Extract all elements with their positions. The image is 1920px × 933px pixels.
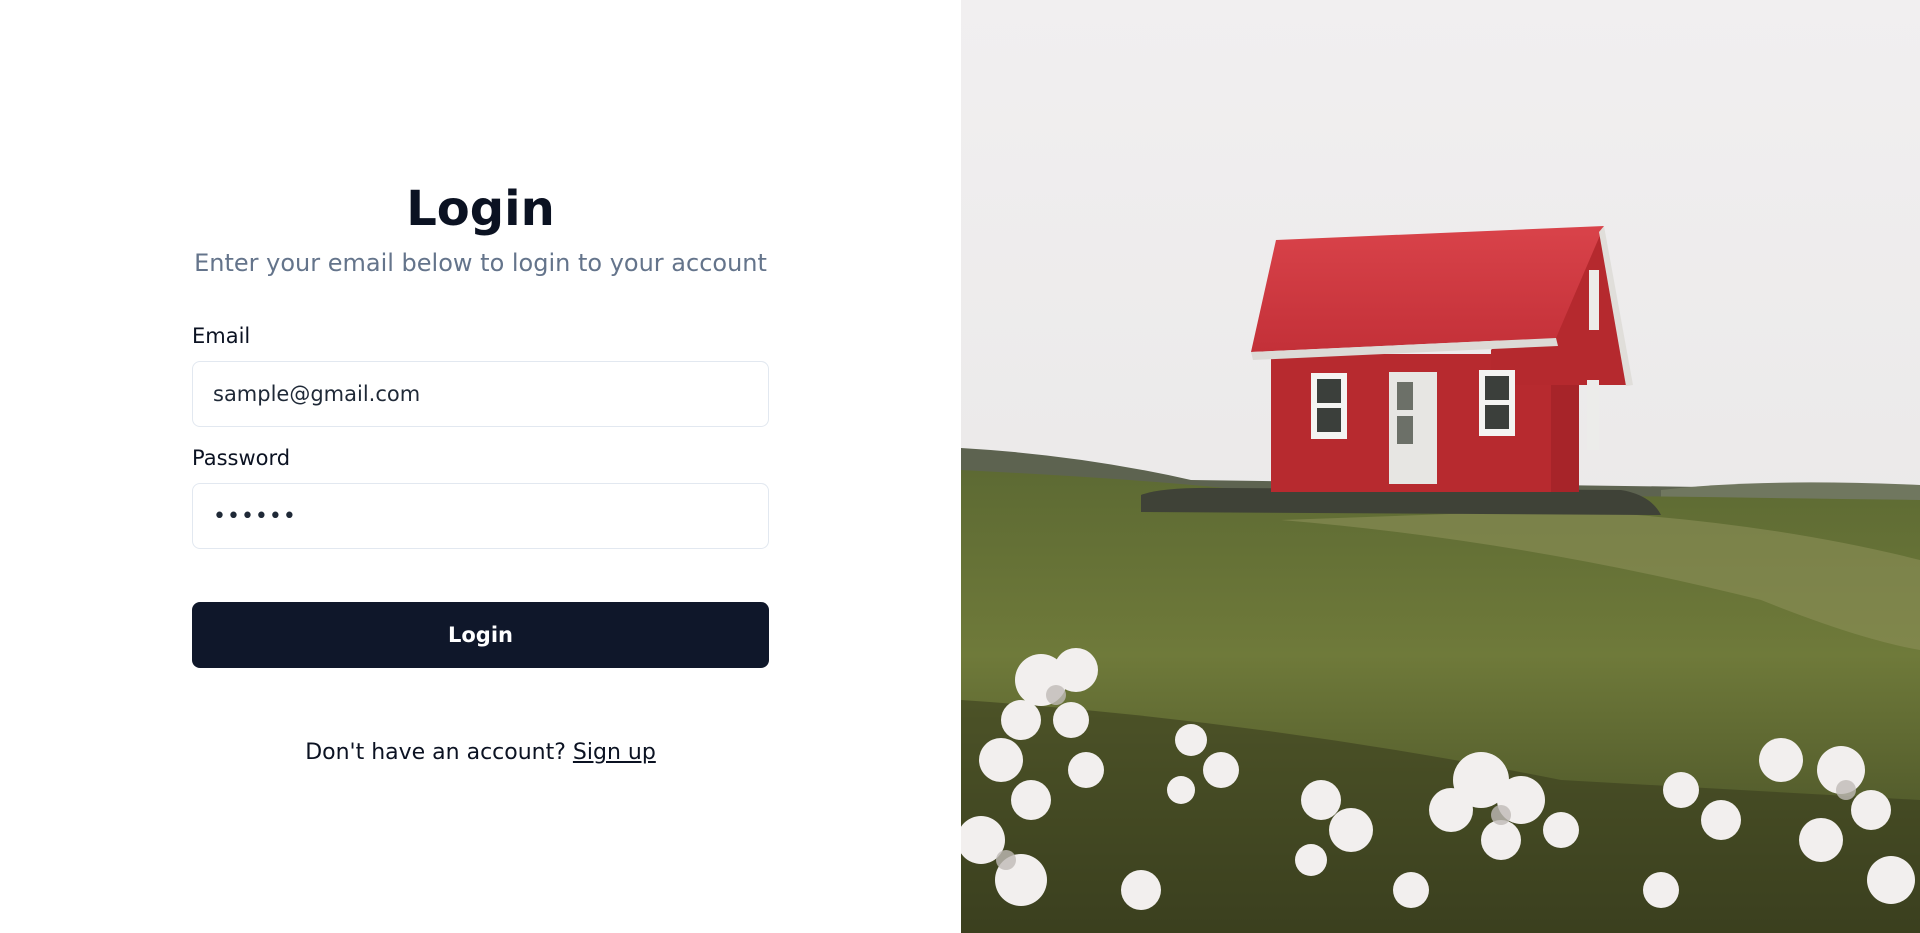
signup-row: Don't have an account? Sign up [192,738,769,768]
page-title: Login [406,181,555,237]
login-button[interactable]: Login [192,602,769,668]
hero-image [961,0,1920,933]
password-label: Password [192,446,291,470]
login-page: Login Enter your email below to login to… [0,0,1920,933]
email-label: Email [192,324,251,348]
page-subtitle: Enter your email below to login to your … [194,249,767,277]
signup-link[interactable]: Sign up [573,740,656,765]
signup-prompt: Don't have an account? [305,740,573,765]
red-house-landscape-image [961,0,1920,933]
login-form: Login Enter your email below to login to… [192,170,769,768]
email-field[interactable] [192,361,769,427]
login-panel: Login Enter your email below to login to… [0,0,961,933]
password-field[interactable] [192,483,769,549]
